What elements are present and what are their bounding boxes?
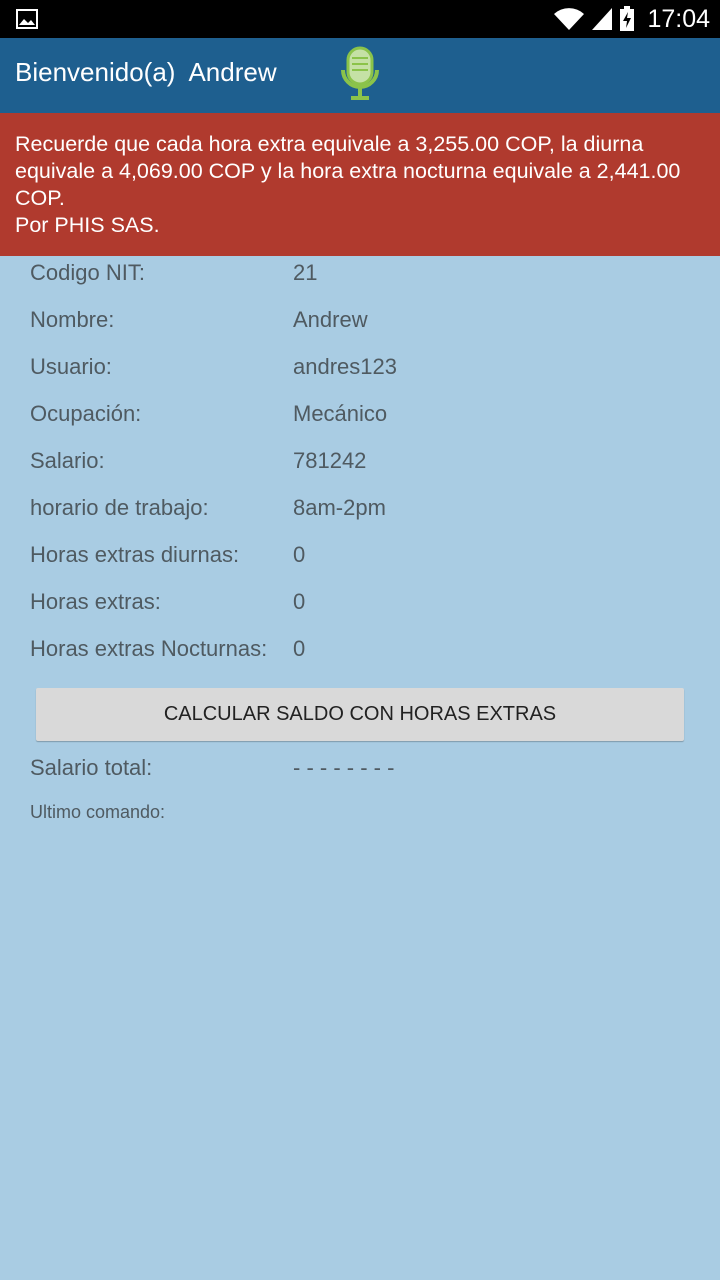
welcome-title: Bienvenido(a) Andrew [15, 57, 277, 87]
wifi-icon [554, 8, 585, 30]
image-icon [16, 9, 38, 29]
status-time: 17:04 [647, 4, 710, 33]
field-label: Salario: [30, 448, 105, 473]
status-bar: 17:04 [0, 0, 720, 38]
last-command-label: Ultimo comando: [30, 802, 166, 822]
battery-charging-icon [620, 6, 635, 31]
field-value: 781242 [293, 448, 367, 473]
field-value: Mecánico [293, 401, 388, 426]
field-value: 0 [293, 542, 306, 567]
field-value: 21 [293, 260, 318, 285]
total-value: - - - - - - - - [293, 755, 395, 780]
microphone-icon[interactable] [338, 44, 382, 104]
field-value: 0 [293, 589, 306, 614]
total-label: Salario total: [30, 755, 153, 780]
field-label: Nombre: [30, 307, 115, 332]
field-value: 0 [293, 636, 306, 661]
field-label: Usuario: [30, 354, 112, 379]
field-label: horario de trabajo: [30, 495, 209, 520]
field-value: 8am-2pm [293, 495, 386, 520]
field-value: andres123 [293, 354, 397, 379]
banner-message: Recuerde que cada hora extra equivale a … [15, 132, 681, 210]
field-label: Codigo NIT: [30, 260, 145, 285]
field-label: Horas extras: [30, 589, 161, 614]
field-label: Horas extras diurnas: [30, 542, 240, 567]
field-label: Horas extras Nocturnas: [30, 636, 268, 661]
info-banner: Recuerde que cada hora extra equivale a … [0, 113, 720, 256]
field-value: Andrew [293, 307, 368, 332]
calculate-button[interactable]: CALCULAR SALDO CON HORAS EXTRAS [36, 688, 684, 741]
field-label: Ocupación: [30, 401, 142, 426]
app-bar: Bienvenido(a) Andrew [0, 38, 720, 113]
banner-signature: Por PHIS SAS. [15, 213, 160, 237]
signal-icon [592, 8, 613, 30]
